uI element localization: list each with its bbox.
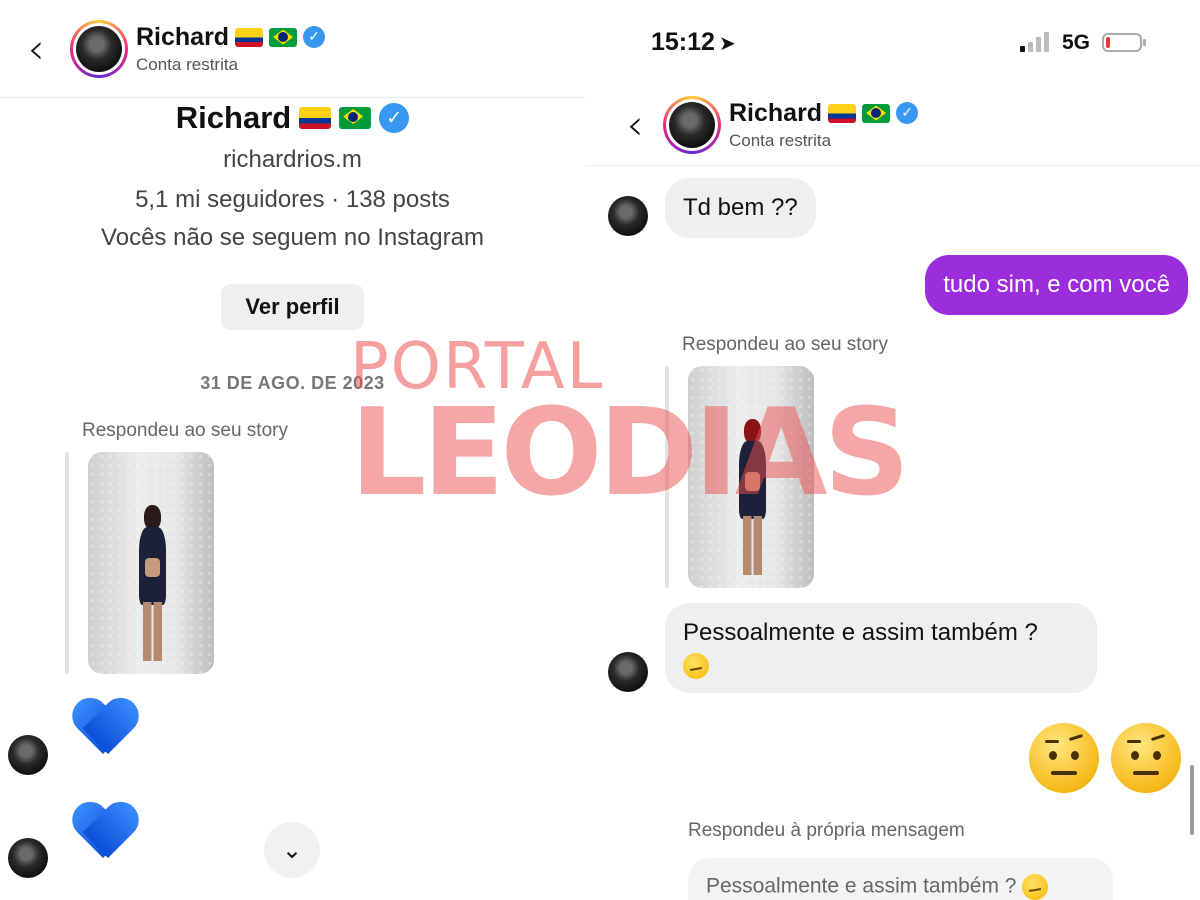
account-status: Conta restrita: [729, 130, 832, 150]
avatar-image: [669, 101, 715, 148]
verified-badge-icon: ✓: [303, 26, 326, 48]
scroll-down-button[interactable]: ⌄: [264, 822, 320, 878]
contact-name: Richard: [136, 22, 230, 51]
chevron-down-icon: ⌄: [281, 836, 303, 864]
profile-handle: richardrios.m: [223, 146, 362, 173]
message-text: Pessoalmente e assim também ?: [683, 619, 1038, 646]
sender-avatar[interactable]: [608, 652, 648, 692]
incoming-message[interactable]: Pessoalmente e assim também ?: [665, 603, 1097, 693]
brazil-flag-icon: [339, 107, 372, 129]
battery-icon: [1102, 33, 1146, 52]
back-chevron-icon[interactable]: ‹: [615, 103, 655, 146]
story-figure: [731, 419, 774, 575]
right-screenshot: 15:12 ➤ 5G ‹ Richard ✓ Conta restrita Td …: [585, 0, 1200, 900]
status-time: 15:12 ➤: [651, 28, 736, 57]
view-profile-button[interactable]: Ver perfil: [221, 284, 364, 330]
back-chevron-icon[interactable]: ‹: [16, 27, 56, 70]
profile-card: Richard ✓ richardrios.m 5,1 mi seguidore…: [0, 100, 585, 330]
sender-avatar[interactable]: [608, 196, 648, 236]
avatar-image: [76, 25, 122, 72]
self-reply-label: Respondeu à própria mensagem: [688, 820, 965, 841]
verified-badge-icon: ✓: [379, 103, 410, 133]
avatar[interactable]: [70, 19, 128, 78]
raised-eyebrow-emoji-icon[interactable]: [1111, 723, 1181, 793]
profile-name: Richard: [175, 100, 292, 135]
chat-header: ‹ Richard ✓ Conta restrita: [0, 0, 585, 98]
thinking-face-icon: [683, 653, 709, 680]
story-reply-label: Respondeu ao seu story: [682, 334, 888, 355]
profile-stats: 5,1 mi seguidores · 138 posts: [135, 186, 450, 213]
brazil-flag-icon: [862, 103, 891, 123]
account-status: Conta restrita: [136, 54, 239, 74]
network-label: 5G: [1062, 31, 1091, 54]
raised-eyebrow-emoji-icon[interactable]: [1029, 723, 1099, 793]
colombia-flag-icon: [828, 103, 857, 123]
story-reply-line: [665, 366, 669, 588]
scrollbar[interactable]: [1190, 765, 1194, 835]
verified-badge-icon: ✓: [896, 102, 919, 124]
status-bar: 15:12 ➤ 5G: [585, 0, 1200, 82]
sender-avatar[interactable]: [8, 838, 48, 878]
thinking-face-icon: [1022, 874, 1049, 900]
story-thumbnail[interactable]: [88, 452, 214, 674]
left-screenshot: ‹ Richard ✓ Conta restrita Richard ✓ ric…: [0, 0, 585, 900]
blue-heart-icon[interactable]: [72, 804, 134, 866]
quoted-text: Pessoalmente e assim também ?: [706, 874, 1017, 898]
outgoing-message[interactable]: tudo sim, e com você: [925, 255, 1188, 316]
header-text[interactable]: Richard ✓ Conta restrita: [729, 98, 919, 151]
story-thumbnail[interactable]: [688, 366, 814, 588]
quoted-message[interactable]: Pessoalmente e assim também ?: [688, 858, 1113, 900]
follow-status: Vocês não se seguem no Instagram: [101, 224, 484, 251]
incoming-message[interactable]: Td bem ??: [665, 178, 816, 239]
header-text[interactable]: Richard ✓ Conta restrita: [136, 22, 326, 75]
story-reply-label: Respondeu ao seu story: [82, 420, 288, 441]
location-arrow-icon: ➤: [718, 31, 736, 55]
blue-heart-icon[interactable]: [72, 700, 134, 762]
signal-icon: [1020, 32, 1049, 52]
story-figure: [131, 505, 174, 661]
contact-name: Richard: [729, 98, 823, 127]
sender-avatar[interactable]: [8, 735, 48, 775]
avatar[interactable]: [663, 95, 721, 154]
story-reply-line: [65, 452, 69, 674]
date-separator: 31 DE AGO. DE 2023: [200, 373, 385, 393]
colombia-flag-icon: [235, 27, 264, 47]
time-text: 15:12: [651, 28, 715, 56]
chat-header: ‹ Richard ✓ Conta restrita: [585, 84, 1200, 166]
brazil-flag-icon: [269, 27, 298, 47]
colombia-flag-icon: [299, 107, 332, 129]
